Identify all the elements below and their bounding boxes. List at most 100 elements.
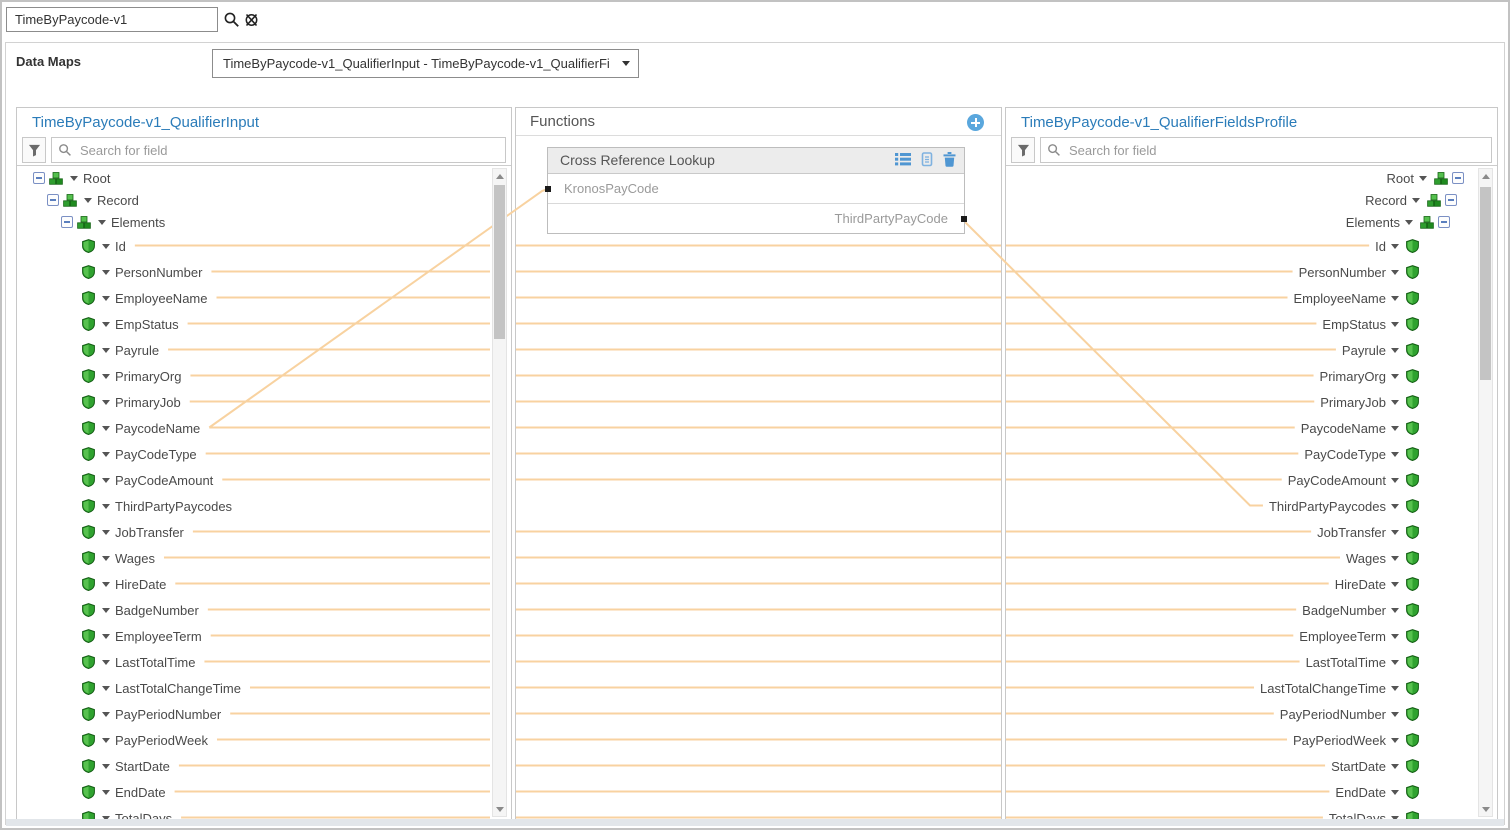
chevron-down-icon[interactable]: [102, 270, 110, 275]
field-search-input[interactable]: [1040, 137, 1492, 163]
tree-field-row[interactable]: PrimaryJob: [1318, 389, 1419, 415]
scroll-up-arrow[interactable]: [1479, 169, 1492, 183]
tree-field-row[interactable]: EmployeeTerm: [1297, 623, 1419, 649]
tree-field-row[interactable]: PayPeriodNumber: [1278, 701, 1419, 727]
chevron-down-icon[interactable]: [1391, 348, 1399, 353]
chevron-down-icon[interactable]: [102, 686, 110, 691]
clear-search-icon[interactable]: [243, 11, 261, 29]
tree-branch-row[interactable]: Record: [1363, 189, 1457, 211]
tree-field-row[interactable]: JobTransfer: [1315, 519, 1419, 545]
tree-branch-row[interactable]: Elements: [1344, 211, 1450, 233]
field-search-input[interactable]: [51, 137, 506, 163]
chevron-down-icon[interactable]: [1391, 738, 1399, 743]
chevron-down-icon[interactable]: [1391, 374, 1399, 379]
tree-field-row[interactable]: LastTotalChangeTime: [1258, 675, 1419, 701]
properties-list-icon[interactable]: [895, 152, 911, 167]
chevron-down-icon[interactable]: [1391, 582, 1399, 587]
tree-field-row[interactable]: EmployeeTerm: [82, 623, 204, 649]
tree-field-row[interactable]: LastTotalTime: [82, 649, 197, 675]
vertical-scrollbar[interactable]: [492, 168, 507, 817]
scrollbar-thumb[interactable]: [1480, 187, 1491, 380]
filter-button[interactable]: [1011, 137, 1035, 163]
tree-field-row[interactable]: BadgeNumber: [1300, 597, 1419, 623]
data-maps-dropdown[interactable]: TimeByPaycode-v1_QualifierInput - TimeBy…: [212, 49, 639, 78]
chevron-down-icon[interactable]: [102, 296, 110, 301]
chevron-down-icon[interactable]: [1419, 176, 1427, 181]
function-box[interactable]: Cross Reference Lookup: [547, 147, 965, 234]
tree-field-row[interactable]: Id: [1373, 233, 1419, 259]
chevron-down-icon[interactable]: [1412, 198, 1420, 203]
chevron-down-icon[interactable]: [102, 504, 110, 509]
chevron-down-icon[interactable]: [102, 660, 110, 665]
chevron-down-icon[interactable]: [1391, 608, 1399, 613]
copy-icon[interactable]: [920, 152, 934, 167]
tree-field-row[interactable]: PrimaryOrg: [1318, 363, 1419, 389]
tree-field-row[interactable]: JobTransfer: [82, 519, 186, 545]
function-output-connector[interactable]: [961, 216, 967, 222]
chevron-down-icon[interactable]: [102, 634, 110, 639]
search-icon[interactable]: [223, 11, 241, 29]
tree-field-row[interactable]: StartDate: [1329, 753, 1419, 779]
chevron-down-icon[interactable]: [1391, 244, 1399, 249]
chevron-down-icon[interactable]: [102, 400, 110, 405]
chevron-down-icon[interactable]: [102, 478, 110, 483]
tree-field-row[interactable]: PayPeriodWeek: [82, 727, 210, 753]
chevron-down-icon[interactable]: [1391, 790, 1399, 795]
tree-field-row[interactable]: HireDate: [1333, 571, 1419, 597]
tree-field-row[interactable]: PayCodeType: [1302, 441, 1419, 467]
tree-field-row[interactable]: PayPeriodNumber: [82, 701, 223, 727]
chevron-down-icon[interactable]: [102, 530, 110, 535]
add-function-button[interactable]: [967, 114, 984, 131]
tree-field-row[interactable]: BadgeNumber: [82, 597, 201, 623]
tree-field-row[interactable]: EmployeeName: [82, 285, 210, 311]
chevron-down-icon[interactable]: [1405, 220, 1413, 225]
chevron-down-icon[interactable]: [1391, 764, 1399, 769]
chevron-down-icon[interactable]: [102, 738, 110, 743]
chevron-down-icon[interactable]: [102, 608, 110, 613]
tree-field-row[interactable]: Wages: [82, 545, 157, 571]
function-input-connector[interactable]: [545, 186, 551, 192]
collapse-icon[interactable]: [61, 216, 73, 228]
chevron-down-icon[interactable]: [102, 244, 110, 249]
chevron-down-icon[interactable]: [102, 790, 110, 795]
chevron-down-icon[interactable]: [84, 198, 92, 203]
chevron-down-icon[interactable]: [102, 322, 110, 327]
collapse-icon[interactable]: [1438, 216, 1450, 228]
tree-field-row[interactable]: TotalDays: [1327, 805, 1419, 819]
tree-field-row[interactable]: EndDate: [82, 779, 168, 805]
tree-field-row[interactable]: PayPeriodWeek: [1291, 727, 1419, 753]
tree-field-row[interactable]: EmpStatus: [82, 311, 181, 337]
chevron-down-icon[interactable]: [1391, 296, 1399, 301]
chevron-down-icon[interactable]: [1391, 426, 1399, 431]
tree-field-row[interactable]: EndDate: [1333, 779, 1419, 805]
tree-field-row[interactable]: EmpStatus: [1320, 311, 1419, 337]
chevron-down-icon[interactable]: [102, 348, 110, 353]
chevron-down-icon[interactable]: [1391, 660, 1399, 665]
chevron-down-icon[interactable]: [1391, 634, 1399, 639]
tree-field-row[interactable]: PrimaryOrg: [82, 363, 183, 389]
chevron-down-icon[interactable]: [1391, 686, 1399, 691]
collapse-icon[interactable]: [47, 194, 59, 206]
chevron-down-icon[interactable]: [1391, 504, 1399, 509]
collapse-icon[interactable]: [1452, 172, 1464, 184]
chevron-down-icon[interactable]: [1391, 556, 1399, 561]
chevron-down-icon[interactable]: [102, 582, 110, 587]
chevron-down-icon[interactable]: [70, 176, 78, 181]
filter-button[interactable]: [22, 137, 46, 163]
tree-field-row[interactable]: PayCodeAmount: [82, 467, 215, 493]
vertical-scrollbar[interactable]: [1478, 168, 1493, 817]
tree-field-row[interactable]: PayCodeType: [82, 441, 199, 467]
tree-field-row[interactable]: PaycodeName: [1299, 415, 1419, 441]
tree-field-row[interactable]: PayCodeAmount: [1286, 467, 1419, 493]
tree-branch-row[interactable]: Record: [47, 189, 141, 211]
chevron-down-icon[interactable]: [102, 374, 110, 379]
chevron-down-icon[interactable]: [102, 712, 110, 717]
tree-field-row[interactable]: Id: [82, 233, 128, 259]
chevron-down-icon[interactable]: [1391, 270, 1399, 275]
scrollbar-thumb[interactable]: [494, 185, 505, 339]
chevron-down-icon[interactable]: [102, 452, 110, 457]
chevron-down-icon[interactable]: [1391, 478, 1399, 483]
chevron-down-icon[interactable]: [102, 556, 110, 561]
delete-icon[interactable]: [943, 152, 956, 167]
chevron-down-icon[interactable]: [1391, 530, 1399, 535]
